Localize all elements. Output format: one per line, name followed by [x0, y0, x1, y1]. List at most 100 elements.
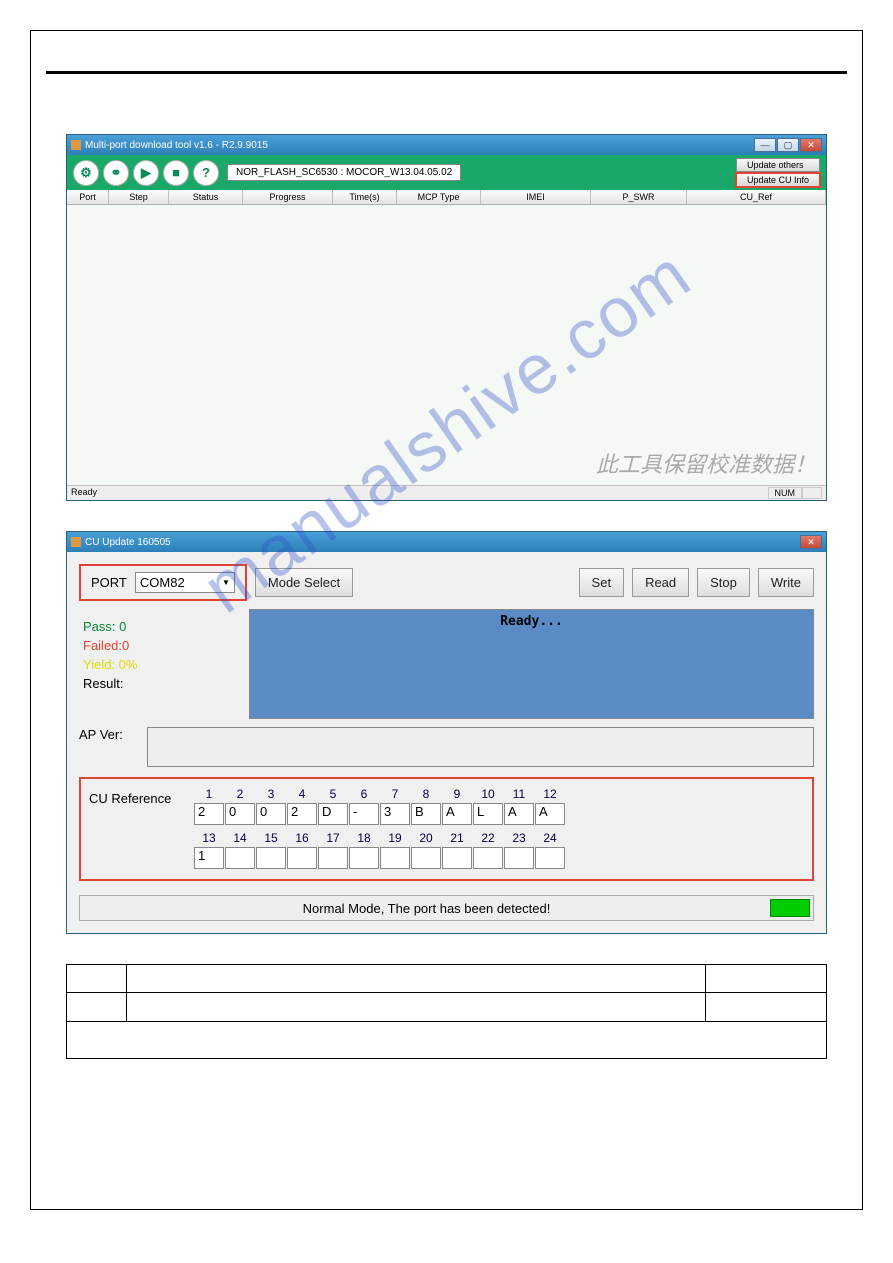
cu-col-head: 7 — [380, 787, 410, 801]
app-icon-2 — [71, 537, 81, 547]
col-progress: Progress — [243, 190, 333, 204]
help-icon[interactable]: ? — [193, 160, 219, 186]
titlebar-2: CU Update 160505 ✕ — [67, 532, 826, 552]
cu-col-head: 5 — [318, 787, 348, 801]
cu-input-5[interactable] — [318, 847, 348, 869]
status-ready: Ready — [71, 487, 97, 499]
cu-ref-label: CU Reference — [89, 787, 184, 871]
cu-reference-box: CU Reference 123456789101112 2002D-3BALA… — [79, 777, 814, 881]
cu-col-head: 2 — [225, 787, 255, 801]
cu-col-head: 24 — [535, 831, 565, 845]
update-others-button[interactable]: Update others — [736, 158, 820, 172]
cu-col-head: 8 — [411, 787, 441, 801]
cu-input-11[interactable]: A — [504, 803, 534, 825]
cu-input-12[interactable] — [535, 847, 565, 869]
cu-input-6[interactable] — [349, 847, 379, 869]
port-box: PORT COM82 ▼ — [79, 564, 247, 601]
cu-input-2[interactable]: 0 — [225, 803, 255, 825]
cu-col-head: 17 — [318, 831, 348, 845]
minimize-button[interactable]: — — [754, 138, 776, 152]
cu-col-head: 14 — [225, 831, 255, 845]
cu-update-window: CU Update 160505 ✕ PORT COM82 ▼ Mode Sel… — [66, 531, 827, 934]
cu-input-1[interactable]: 2 — [194, 803, 224, 825]
close-button-2[interactable]: ✕ — [800, 535, 822, 549]
cu-col-head: 4 — [287, 787, 317, 801]
cu-input-3[interactable] — [256, 847, 286, 869]
cu-input-6[interactable]: - — [349, 803, 379, 825]
cu-col-head: 10 — [473, 787, 503, 801]
cu-input-9[interactable]: A — [442, 803, 472, 825]
port-value: COM82 — [140, 575, 185, 590]
table-header: Port Step Status Progress Time(s) MCP Ty… — [67, 190, 826, 205]
cu-input-2[interactable] — [225, 847, 255, 869]
port-label: PORT — [91, 575, 127, 590]
col-status: Status — [169, 190, 243, 204]
cu-col-head: 22 — [473, 831, 503, 845]
maximize-button[interactable]: ▢ — [777, 138, 799, 152]
cu-col-head: 13 — [194, 831, 224, 845]
close-button[interactable]: ✕ — [800, 138, 822, 152]
cu-col-head: 21 — [442, 831, 472, 845]
play-icon[interactable]: ▶ — [133, 160, 159, 186]
status-panel: Ready... — [249, 609, 814, 719]
statusbar: Ready NUM — [67, 485, 826, 500]
cu-input-11[interactable] — [504, 847, 534, 869]
detected-bar: Normal Mode, The port has been detected! — [79, 895, 814, 921]
cu-input-12[interactable]: A — [535, 803, 565, 825]
cu-input-4[interactable] — [287, 847, 317, 869]
download-tool-window: Multi-port download tool v1.6 - R2.9.901… — [66, 134, 827, 501]
cu-input-3[interactable]: 0 — [256, 803, 286, 825]
cu-col-head: 12 — [535, 787, 565, 801]
cu-col-head: 11 — [504, 787, 534, 801]
failed-count: Failed:0 — [83, 638, 245, 653]
port-select[interactable]: COM82 ▼ — [135, 572, 235, 593]
toolbar: ⚙ ⚭ ▶ ■ ? NOR_FLASH_SC6530 : MOCOR_W13.0… — [67, 155, 826, 190]
col-curef: CU_Ref — [687, 190, 826, 204]
col-step: Step — [109, 190, 169, 204]
chinese-overlay: 此工具保留校准数据！ — [596, 447, 816, 479]
update-cu-info-button[interactable]: Update CU Info — [736, 173, 820, 187]
cu-col-head: 20 — [411, 831, 441, 845]
stop-button[interactable]: Stop — [697, 568, 750, 597]
col-time: Time(s) — [333, 190, 397, 204]
apver-label: AP Ver: — [79, 727, 139, 767]
cu-input-8[interactable]: B — [411, 803, 441, 825]
status-green-block — [770, 899, 810, 917]
app-icon — [71, 140, 81, 150]
cu-input-7[interactable] — [380, 847, 410, 869]
stop-icon[interactable]: ■ — [163, 160, 189, 186]
cu-col-head: 1 — [194, 787, 224, 801]
cu-input-9[interactable] — [442, 847, 472, 869]
cu-col-head: 16 — [287, 831, 317, 845]
window2-title: CU Update 160505 — [85, 537, 800, 548]
set-button[interactable]: Set — [579, 568, 625, 597]
mode-select-button[interactable]: Mode Select — [255, 568, 353, 597]
table-body: 此工具保留校准数据！ — [67, 205, 826, 485]
status-num: NUM — [768, 487, 803, 499]
cu-col-head: 19 — [380, 831, 410, 845]
bottom-table — [66, 964, 827, 1059]
link-icon[interactable]: ⚭ — [103, 160, 129, 186]
yield-percent: Yield: 0% — [83, 657, 245, 672]
cu-input-5[interactable]: D — [318, 803, 348, 825]
cu-input-1[interactable]: 1 — [194, 847, 224, 869]
chevron-down-icon: ▼ — [222, 578, 230, 587]
col-mcp: MCP Type — [397, 190, 481, 204]
read-button[interactable]: Read — [632, 568, 689, 597]
flash-label: NOR_FLASH_SC6530 : MOCOR_W13.04.05.02 — [227, 164, 461, 181]
settings-icon[interactable]: ⚙ — [73, 160, 99, 186]
cu-input-10[interactable]: L — [473, 803, 503, 825]
cu-col-head: 18 — [349, 831, 379, 845]
cu-col-head: 15 — [256, 831, 286, 845]
cu-input-8[interactable] — [411, 847, 441, 869]
cu-col-head: 9 — [442, 787, 472, 801]
cu-input-7[interactable]: 3 — [380, 803, 410, 825]
pass-count: Pass: 0 — [83, 619, 245, 634]
cu-input-4[interactable]: 2 — [287, 803, 317, 825]
col-pswr: P_SWR — [591, 190, 687, 204]
detected-text: Normal Mode, The port has been detected! — [83, 901, 770, 916]
ready-text: Ready... — [254, 614, 809, 629]
cu-col-head: 3 — [256, 787, 286, 801]
cu-input-10[interactable] — [473, 847, 503, 869]
write-button[interactable]: Write — [758, 568, 814, 597]
